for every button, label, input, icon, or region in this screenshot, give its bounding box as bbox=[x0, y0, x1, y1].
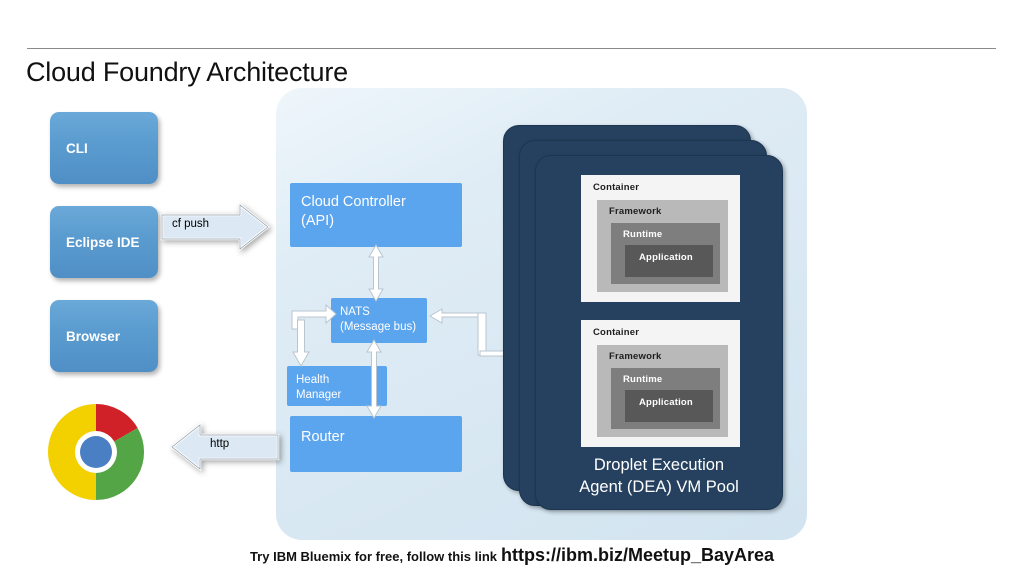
component-label-cloud-controller-line2: (API) bbox=[301, 213, 335, 230]
application-label-1: Application bbox=[639, 252, 693, 263]
application-block-2: Application bbox=[625, 390, 713, 422]
flow-label-http: http bbox=[210, 438, 230, 450]
client-label-eclipse-ide: Eclipse IDE bbox=[66, 234, 140, 250]
client-label-browser: Browser bbox=[66, 328, 121, 344]
connector-nats-dea bbox=[428, 305, 515, 372]
runtime-block-2: Runtime Application bbox=[611, 368, 720, 429]
component-label-cloud-controller-line1: Cloud Controller bbox=[301, 194, 406, 210]
client-box-browser[interactable]: Browser bbox=[50, 300, 158, 372]
page-title: Cloud Foundry Architecture bbox=[26, 57, 348, 87]
connector-nats-router bbox=[362, 338, 386, 425]
framework-block-2: Framework Runtime Application bbox=[597, 345, 728, 437]
application-block-1: Application bbox=[625, 245, 713, 277]
connector-cc-nats bbox=[364, 243, 388, 308]
dea-pool-label-line2: Agent (DEA) VM Pool bbox=[579, 477, 739, 496]
connector-nats-to-health bbox=[291, 318, 311, 373]
footer-link[interactable]: https://ibm.biz/Meetup_BayArea bbox=[501, 545, 774, 565]
component-label-nats-line2: (Message bus) bbox=[340, 321, 417, 334]
framework-label-1: Framework bbox=[609, 206, 662, 217]
flow-arrow-http: http bbox=[168, 422, 280, 472]
container-label-1: Container bbox=[593, 182, 640, 193]
dea-pool-label-line1: Droplet Execution bbox=[593, 456, 725, 474]
component-cloud-controller[interactable]: Cloud Controller (API) bbox=[290, 183, 462, 247]
application-label-2: Application bbox=[639, 397, 693, 408]
client-box-cli[interactable]: CLI bbox=[50, 112, 158, 184]
container-label-2: Container bbox=[593, 327, 640, 338]
runtime-label-2: Runtime bbox=[623, 374, 663, 385]
footer-caption: Try IBM Bluemix for free, follow this li… bbox=[0, 545, 1024, 566]
runtime-label-1: Runtime bbox=[623, 229, 663, 240]
framework-label-2: Framework bbox=[609, 351, 662, 362]
title-divider bbox=[27, 48, 996, 49]
dea-pool-label: Droplet Execution Agent (DEA) VM Pool bbox=[535, 455, 783, 499]
client-box-eclipse-ide[interactable]: Eclipse IDE bbox=[50, 206, 158, 278]
footer-text: Try IBM Bluemix for free, follow this li… bbox=[249, 549, 497, 564]
framework-block-1: Framework Runtime Application bbox=[597, 200, 728, 292]
container-block-1: Container Framework Runtime Application bbox=[581, 175, 740, 302]
container-block-2: Container Framework Runtime Application bbox=[581, 320, 740, 447]
runtime-block-1: Runtime Application bbox=[611, 223, 720, 284]
flow-label-cf-push: cf push bbox=[172, 218, 210, 230]
component-label-router: Router bbox=[301, 429, 345, 445]
chrome-logo bbox=[46, 402, 146, 502]
client-label-cli: CLI bbox=[66, 140, 88, 156]
flow-arrow-cf-push: cf push bbox=[160, 202, 271, 252]
